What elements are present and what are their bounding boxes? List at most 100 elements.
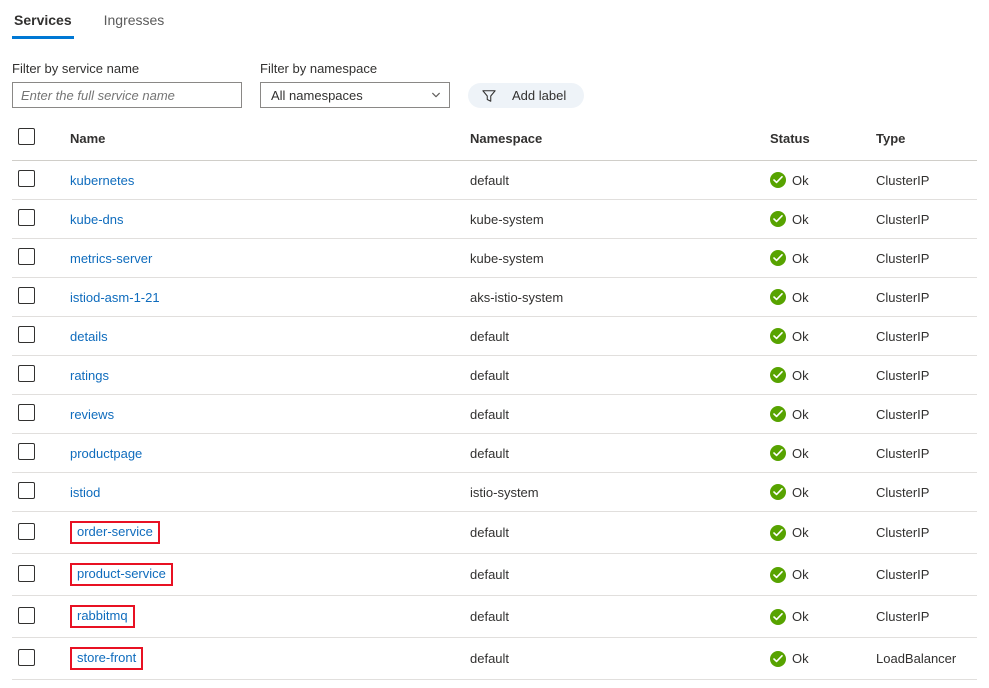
namespace-cell: kube-system [464, 200, 764, 239]
status-cell: Ok [770, 567, 809, 583]
status-ok-icon [770, 367, 786, 383]
row-checkbox[interactable] [18, 170, 35, 187]
filter-row: Filter by service name Filter by namespa… [12, 61, 977, 108]
table-row: istiod-asm-1-21aks-istio-systemOkCluster… [12, 278, 977, 317]
type-cell: ClusterIP [870, 434, 977, 473]
status-text: Ok [792, 368, 809, 383]
namespace-cell: default [464, 554, 764, 596]
type-cell: ClusterIP [870, 161, 977, 200]
status-text: Ok [792, 251, 809, 266]
row-checkbox[interactable] [18, 565, 35, 582]
namespace-cell: default [464, 434, 764, 473]
namespace-cell: default [464, 356, 764, 395]
namespace-cell: default [464, 317, 764, 356]
type-cell: ClusterIP [870, 395, 977, 434]
service-name-link[interactable]: productpage [70, 446, 142, 461]
status-text: Ok [792, 173, 809, 188]
type-cell: ClusterIP [870, 317, 977, 356]
namespace-select[interactable]: All namespaces [260, 82, 450, 108]
service-name-link[interactable]: kube-dns [70, 212, 123, 227]
filter-by-name-group: Filter by service name [12, 61, 242, 108]
row-checkbox[interactable] [18, 649, 35, 666]
status-cell: Ok [770, 328, 809, 344]
service-name-link[interactable]: rabbitmq [70, 605, 135, 628]
table-row: kube-dns kube-system Ok ClusterIP [12, 200, 977, 239]
service-name-link[interactable]: reviews [70, 407, 114, 422]
status-ok-icon [770, 445, 786, 461]
row-checkbox[interactable] [18, 365, 35, 382]
tab-ingresses[interactable]: Ingresses [102, 8, 167, 39]
service-name-link[interactable]: details [70, 329, 108, 344]
filter-by-name-label: Filter by service name [12, 61, 242, 76]
status-text: Ok [792, 525, 809, 540]
service-name-link[interactable]: kubernetes [70, 173, 134, 188]
status-ok-icon [770, 250, 786, 266]
tab-services[interactable]: Services [12, 8, 74, 39]
status-text: Ok [792, 212, 809, 227]
status-ok-icon [770, 567, 786, 583]
status-cell: Ok [770, 445, 809, 461]
namespace-cell: istio-system [464, 473, 764, 512]
status-text: Ok [792, 567, 809, 582]
row-checkbox[interactable] [18, 287, 35, 304]
status-text: Ok [792, 651, 809, 666]
type-cell: ClusterIP [870, 239, 977, 278]
status-text: Ok [792, 609, 809, 624]
namespace-cell: default [464, 596, 764, 638]
status-ok-icon [770, 406, 786, 422]
services-table: Name Namespace Status Type kubernetes def… [12, 122, 977, 680]
table-row: order-service default Ok ClusterIP [12, 512, 977, 554]
table-row: istiodistio-systemOkClusterIP [12, 473, 977, 512]
row-checkbox[interactable] [18, 326, 35, 343]
row-checkbox[interactable] [18, 523, 35, 540]
status-text: Ok [792, 329, 809, 344]
status-cell: Ok [770, 651, 809, 667]
col-header-namespace[interactable]: Namespace [464, 122, 764, 161]
type-cell: ClusterIP [870, 200, 977, 239]
type-cell: LoadBalancer [870, 638, 977, 680]
status-cell: Ok [770, 172, 809, 188]
table-row: rabbitmqdefaultOkClusterIP [12, 596, 977, 638]
status-text: Ok [792, 485, 809, 500]
row-checkbox[interactable] [18, 482, 35, 499]
status-cell: Ok [770, 484, 809, 500]
type-cell: ClusterIP [870, 512, 977, 554]
row-checkbox[interactable] [18, 404, 35, 421]
add-label-text: Add label [512, 88, 566, 103]
row-checkbox[interactable] [18, 209, 35, 226]
status-text: Ok [792, 446, 809, 461]
table-row: kubernetesdefaultOkClusterIP [12, 161, 977, 200]
service-name-link[interactable]: istiod [70, 485, 100, 500]
status-ok-icon [770, 651, 786, 667]
status-ok-icon [770, 328, 786, 344]
namespace-cell: default [464, 395, 764, 434]
service-name-link[interactable]: product-service [70, 563, 173, 586]
status-cell: Ok [770, 406, 809, 422]
filter-icon [482, 89, 496, 103]
status-text: Ok [792, 290, 809, 305]
row-checkbox[interactable] [18, 443, 35, 460]
row-checkbox[interactable] [18, 607, 35, 624]
namespace-cell: default [464, 512, 764, 554]
col-header-name[interactable]: Name [64, 122, 464, 161]
service-name-link[interactable]: ratings [70, 368, 109, 383]
service-name-link[interactable]: store-front [70, 647, 143, 670]
service-name-input[interactable] [12, 82, 242, 108]
service-name-link[interactable]: metrics-server [70, 251, 152, 266]
col-header-type[interactable]: Type [870, 122, 977, 161]
namespace-cell: kube-system [464, 239, 764, 278]
service-name-link[interactable]: order-service [70, 521, 160, 544]
namespace-cell: aks-istio-system [464, 278, 764, 317]
type-cell: ClusterIP [870, 356, 977, 395]
row-checkbox[interactable] [18, 248, 35, 265]
status-ok-icon [770, 289, 786, 305]
col-header-status[interactable]: Status [764, 122, 870, 161]
status-ok-icon [770, 172, 786, 188]
status-text: Ok [792, 407, 809, 422]
status-cell: Ok [770, 250, 809, 266]
table-row: details default Ok ClusterIP [12, 317, 977, 356]
select-all-checkbox[interactable] [18, 128, 35, 145]
status-cell: Ok [770, 609, 809, 625]
service-name-link[interactable]: istiod-asm-1-21 [70, 290, 160, 305]
add-label-button[interactable]: Add label [468, 83, 584, 108]
